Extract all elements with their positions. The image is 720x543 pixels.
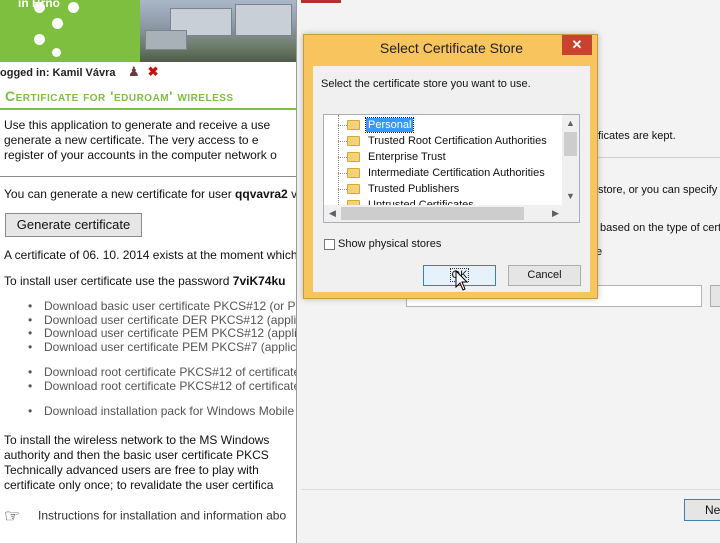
- tree-vertical-scrollbar[interactable]: ▲ ▼: [562, 115, 579, 205]
- folder-icon: [347, 184, 360, 195]
- wizard-divider: [598, 157, 720, 158]
- intro-paragraph: Use this application to generate and rec…: [4, 118, 304, 163]
- folder-icon: [347, 152, 360, 163]
- scroll-up-icon[interactable]: ▲: [562, 115, 579, 132]
- login-icons: ♟ ✖: [128, 64, 159, 80]
- mouse-cursor-icon: [455, 270, 469, 291]
- store-item-personal[interactable]: Personal: [338, 117, 415, 135]
- dialog-title: Select Certificate Store: [379, 40, 524, 56]
- store-item-trusted-root[interactable]: Trusted Root Certification Authorities: [338, 135, 549, 151]
- dialog-body: Select the certificate store you want to…: [313, 66, 590, 292]
- user-icon[interactable]: ♟: [128, 64, 140, 79]
- download-link[interactable]: • Download root certificate PKCS#12 of ce…: [28, 379, 300, 394]
- scroll-left-icon[interactable]: ◀: [324, 205, 341, 222]
- download-link[interactable]: • Download user certificate DER PKCS#12 (…: [28, 313, 300, 328]
- username: qqvavra2: [235, 187, 288, 201]
- tree-horizontal-scrollbar[interactable]: ◀ ▶: [324, 205, 564, 222]
- paragraph-line: certificate only once; to revalidate the…: [4, 478, 274, 492]
- instructions-link[interactable]: ☞ Instructions for installation and infor…: [4, 506, 286, 527]
- scroll-thumb[interactable]: [341, 207, 524, 220]
- next-button[interactable]: Ne: [684, 499, 720, 521]
- download-link[interactable]: • Download user certificate PEM PKCS#7 (a…: [28, 340, 300, 355]
- select-certificate-store-dialog: Select Certificate Store ✕ Select the ce…: [303, 34, 598, 299]
- folder-icon: [347, 136, 360, 147]
- logo-dot: [34, 2, 45, 13]
- title-divider: [0, 108, 300, 110]
- intro-line: generate a new certificate. The very acc…: [4, 133, 259, 147]
- intro-line: register of your accounts in the compute…: [4, 148, 277, 162]
- logo-dot: [68, 2, 79, 13]
- generate-prefix: You can generate a new certificate for u…: [4, 187, 236, 201]
- folder-icon: [347, 168, 360, 179]
- password-prefix: To install user certificate use the pass…: [4, 274, 233, 288]
- campus-photo: [140, 0, 300, 62]
- logo-dot: [52, 18, 63, 29]
- download-link[interactable]: • Download installation pack for Windows …: [28, 404, 300, 419]
- install-paragraph: To install the wireless network to the M…: [4, 433, 300, 493]
- logo-dot: [52, 48, 61, 57]
- checkbox-label: Show physical stores: [338, 238, 442, 250]
- show-physical-stores-checkbox[interactable]: Show physical stores: [324, 238, 441, 250]
- wizard-text: based on the type of certi: [600, 222, 720, 234]
- cancel-button[interactable]: Cancel: [508, 265, 581, 286]
- store-item-intermediate[interactable]: Intermediate Certification Authorities: [338, 167, 547, 183]
- wizard-text: ficates are kept.: [598, 130, 676, 142]
- download-link[interactable]: • Download basic user certificate PKCS#12…: [28, 299, 300, 314]
- download-link[interactable]: • Download root certificate PKCS#12 of ce…: [28, 365, 300, 380]
- wizard-footer-divider: [301, 489, 720, 490]
- dialog-prompt: Select the certificate store you want to…: [321, 78, 531, 90]
- wizard-titlebar: [297, 0, 720, 30]
- download-link[interactable]: • Download user certificate PEM PKCS#12 (…: [28, 326, 300, 341]
- store-tree[interactable]: Personal Trusted Root Certification Auth…: [323, 114, 580, 223]
- browse-button[interactable]: [710, 285, 720, 307]
- page-title: Certificate for 'eduroam' wireless: [5, 88, 234, 104]
- download-list: • Download basic user certificate PKCS#12…: [28, 299, 300, 419]
- wizard-text: store, or you can specify a: [598, 184, 720, 196]
- university-banner: in Brno: [0, 0, 140, 62]
- intro-line: Use this application to generate and rec…: [4, 118, 271, 132]
- password-value: 7viK74ku: [232, 274, 286, 288]
- scroll-down-icon[interactable]: ▼: [562, 188, 579, 205]
- section-divider: [0, 176, 300, 177]
- generate-info: You can generate a new certificate for u…: [4, 187, 297, 201]
- password-info: To install user certificate use the pass…: [4, 274, 285, 288]
- instructions-text: Instructions for installation and inform…: [38, 508, 287, 523]
- scroll-thumb[interactable]: [564, 132, 577, 156]
- paragraph-line: To install the wireless network to the M…: [4, 433, 270, 447]
- logo-dot: [34, 34, 45, 45]
- generate-certificate-button[interactable]: Generate certificate: [5, 213, 142, 237]
- pointing-hand-icon: ☞: [4, 506, 21, 526]
- paragraph-line: Technically advanced users are free to p…: [4, 463, 259, 477]
- logout-x-icon[interactable]: ✖: [148, 64, 159, 79]
- store-item-trusted-publishers[interactable]: Trusted Publishers: [338, 183, 461, 199]
- store-item-enterprise-trust[interactable]: Enterprise Trust: [338, 151, 448, 167]
- logged-in-label: ogged in: Kamil Vávra: [0, 67, 116, 79]
- paragraph-line: authority and then the basic user certif…: [4, 448, 269, 462]
- folder-icon: [347, 120, 360, 131]
- close-icon[interactable]: ✕: [562, 35, 592, 55]
- certificate-exists-text: A certificate of 06. 10. 2014 exists at …: [4, 248, 298, 262]
- checkbox-box[interactable]: [324, 238, 335, 250]
